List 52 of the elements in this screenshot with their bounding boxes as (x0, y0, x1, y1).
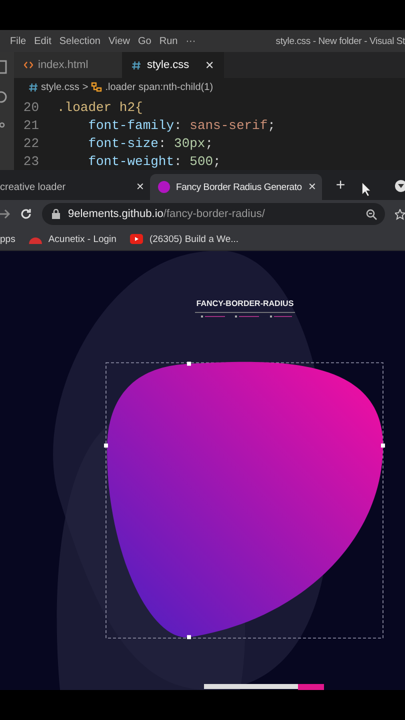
bookmark[interactable]: (26305) Build a We... (149, 234, 239, 244)
menu-item[interactable]: View (108, 36, 130, 46)
close-icon[interactable]: ✕ (308, 181, 316, 193)
star-icon[interactable] (395, 208, 405, 220)
menu-item[interactable]: Go (138, 36, 152, 46)
url-host: 9elements.github.io (68, 208, 164, 220)
menu-item[interactable]: Selection (59, 36, 100, 46)
favicon-icon (158, 181, 170, 193)
breadcrumb-separator: > (82, 82, 88, 92)
editor-tab[interactable]: style.css ✕ (122, 52, 224, 78)
breadcrumb-item[interactable]: style.css (41, 82, 80, 92)
page-heading: FANCY-BORDER-RADIUS (196, 299, 294, 308)
bookmark[interactable]: pps (0, 234, 16, 244)
cursor-icon (361, 181, 371, 197)
menu-item[interactable]: Edit (34, 36, 52, 46)
bookmark[interactable]: Acunetix - Login (48, 234, 116, 244)
hash-icon (29, 82, 38, 92)
tab-label: Fancy Border Radius Generato (176, 182, 302, 192)
code-line: font-size: 30px; (87, 136, 214, 150)
input-field[interactable] (204, 684, 298, 689)
code-brackets-icon (24, 61, 33, 69)
line-number: 20 (22, 100, 39, 114)
tab-label: style.css (147, 59, 190, 71)
close-icon[interactable]: ✕ (136, 181, 144, 193)
tab-label: creative loader (0, 182, 67, 192)
breadcrumb-item[interactable]: .loader span:nth-child(1) (105, 82, 214, 92)
menu-item[interactable]: File (10, 36, 26, 46)
play-icon (130, 234, 144, 244)
editor-tab[interactable]: index.html (14, 52, 122, 78)
back-icon[interactable] (0, 209, 10, 219)
line-number: 21 (22, 118, 39, 132)
menu-item[interactable]: Run (159, 36, 178, 46)
close-icon[interactable]: ✕ (205, 58, 214, 72)
structure-icon (91, 82, 102, 92)
code-line: .loader h2{ (57, 100, 143, 114)
hash-icon (132, 60, 141, 70)
profile-icon[interactable] (395, 180, 405, 192)
code-line: font-weight: 500; (87, 154, 221, 168)
menu-item[interactable]: ··· (186, 36, 196, 46)
window-title: style.css - New folder - Visual St (276, 36, 405, 46)
lock-icon (52, 209, 60, 219)
reload-icon[interactable] (20, 208, 32, 220)
url-path: /fancy-border-radius/ (163, 208, 265, 220)
line-number: 22 (22, 136, 39, 150)
browser-tab[interactable]: Fancy Border Radius Generato ✕ (150, 174, 322, 200)
line-number: 23 (22, 154, 39, 168)
new-tab-button[interactable]: + (336, 177, 346, 195)
browser-tab[interactable]: creative loader ✕ (0, 174, 150, 200)
tab-label: index.html (38, 59, 88, 71)
zoom-icon[interactable] (366, 208, 377, 220)
address-bar[interactable]: 9elements.github.io/fancy-border-radius/ (42, 203, 385, 225)
code-line: font-family: sans-serif; (87, 118, 276, 132)
